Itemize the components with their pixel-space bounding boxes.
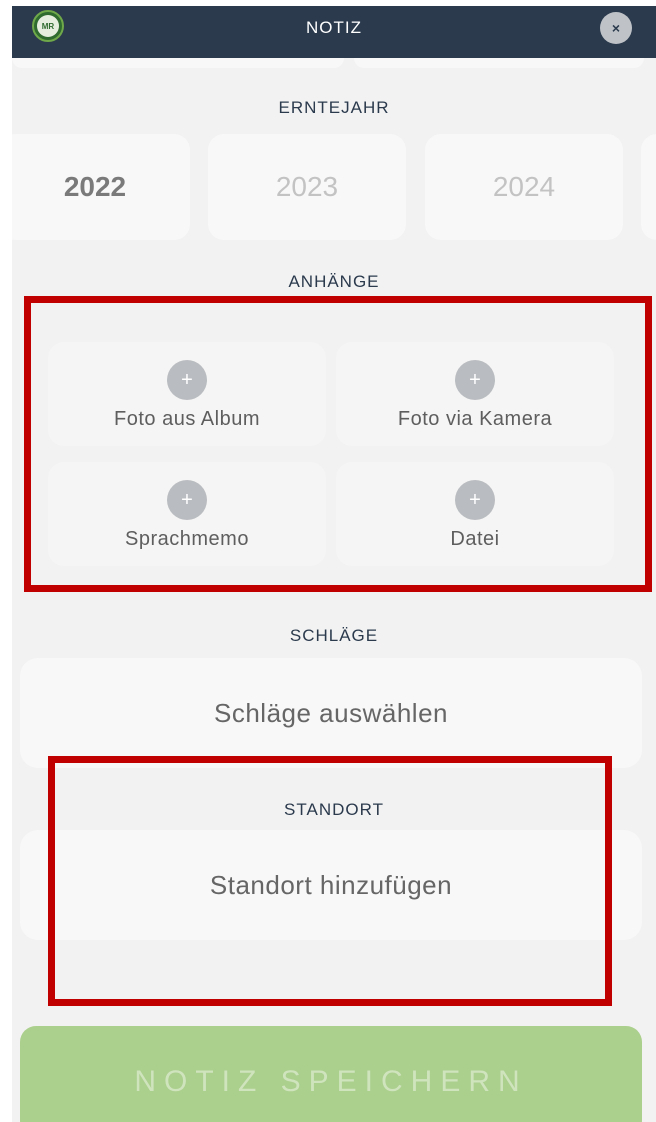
location-highlight-box bbox=[48, 756, 612, 1006]
close-button[interactable]: × bbox=[600, 12, 632, 44]
harvest-year-label: ERNTEJAHR bbox=[278, 98, 390, 117]
note-screen: MR NOTIZ × ERNTEJAHR 2022 2023 2024 ANHÄ… bbox=[12, 6, 656, 1122]
year-option-2023[interactable]: 2023 bbox=[208, 134, 406, 240]
select-fields-input[interactable]: Schläge auswählen bbox=[20, 658, 642, 768]
top-bar: MR NOTIZ × bbox=[12, 6, 656, 58]
previous-tile-left bbox=[12, 58, 344, 68]
save-note-button[interactable]: NOTIZ SPEICHERN bbox=[20, 1026, 642, 1122]
attachments-label: ANHÄNGE bbox=[288, 272, 380, 291]
attachments-highlight-box bbox=[24, 296, 652, 592]
year-option-2024[interactable]: 2024 bbox=[425, 134, 623, 240]
previous-section-edge bbox=[12, 58, 656, 70]
fields-label: SCHLÄGE bbox=[289, 626, 379, 645]
year-option-partial[interactable] bbox=[641, 134, 656, 240]
year-option-2022[interactable]: 2022 bbox=[12, 134, 190, 240]
previous-tile-right bbox=[354, 58, 644, 68]
page-title: NOTIZ bbox=[306, 18, 362, 37]
